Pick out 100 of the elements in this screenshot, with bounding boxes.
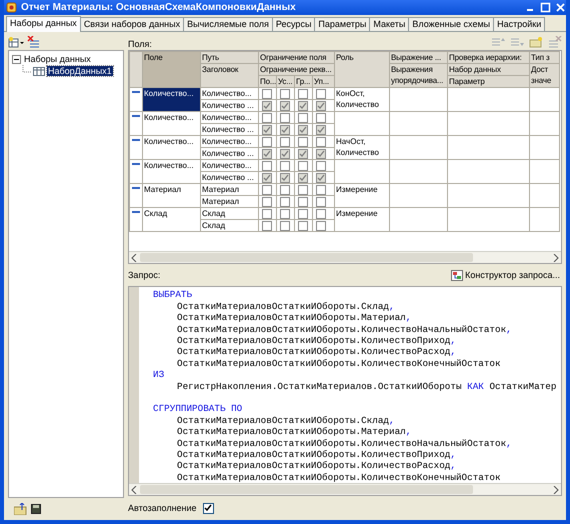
move-up-icon[interactable] — [491, 36, 505, 48]
checkbox[interactable] — [280, 100, 290, 110]
checkbox[interactable] — [298, 124, 308, 134]
checkbox[interactable] — [280, 172, 290, 182]
checkbox[interactable] — [298, 148, 308, 158]
checkbox[interactable] — [316, 136, 326, 146]
column-header[interactable]: Ограничение поля — [258, 51, 334, 64]
new-folder-icon[interactable] — [529, 36, 543, 48]
collapse-icon[interactable] — [12, 54, 21, 64]
code-line: ОстаткиМатериаловОстаткиИОбороты.КоличествоНачальныйОстаток, — [176, 324, 513, 335]
table-cell[interactable]: Количество... — [142, 87, 200, 112]
column-header[interactable]: Роль — [334, 51, 390, 88]
delete-list-icon[interactable] — [27, 36, 40, 48]
checkbox[interactable] — [298, 196, 308, 206]
checkbox[interactable] — [280, 196, 290, 206]
checkbox[interactable] — [280, 220, 290, 230]
checkbox[interactable] — [316, 88, 326, 98]
add-table-icon[interactable] — [8, 36, 24, 48]
checkbox[interactable] — [262, 172, 272, 182]
checkbox[interactable] — [298, 112, 308, 122]
checkbox[interactable] — [298, 184, 308, 194]
checkbox[interactable] — [280, 124, 290, 134]
tab[interactable]: Ресурсы — [272, 17, 316, 31]
checkbox[interactable] — [202, 502, 214, 514]
tree-item[interactable]: Наборы данных — [23, 54, 92, 64]
column-header[interactable]: Проверка иерархии: — [448, 51, 530, 64]
close-icon[interactable] — [555, 2, 566, 13]
save-icon[interactable] — [31, 504, 41, 514]
scroll-right-icon[interactable] — [553, 254, 559, 262]
checkbox[interactable] — [316, 148, 326, 158]
checkbox[interactable] — [298, 100, 308, 110]
checkbox[interactable] — [262, 220, 272, 230]
checkbox[interactable] — [280, 148, 290, 158]
checkbox[interactable] — [262, 88, 272, 98]
checkbox[interactable] — [316, 172, 326, 182]
table-cell[interactable]: Количество... — [142, 111, 200, 136]
checkbox[interactable] — [298, 208, 308, 218]
table-cell[interactable]: Количество... — [142, 159, 200, 184]
column-header[interactable]: Дост значе — [530, 63, 560, 88]
checkbox[interactable] — [298, 172, 308, 182]
table-cell[interactable]: Материал — [142, 183, 200, 208]
checkbox[interactable] — [316, 208, 326, 218]
tab[interactable]: Макеты — [369, 17, 410, 31]
checkbox[interactable] — [280, 160, 290, 170]
tab[interactable]: Связи наборов данных — [80, 17, 184, 31]
column-header[interactable]: Выражение ... — [390, 51, 448, 64]
table-cell: Количество... — [200, 135, 258, 148]
checkbox[interactable] — [262, 136, 272, 146]
column-header[interactable]: Поле — [142, 51, 200, 88]
checkbox[interactable] — [298, 136, 308, 146]
column-header[interactable]: Набор данных — [448, 63, 530, 76]
scroll-left-icon[interactable] — [131, 486, 137, 494]
tab[interactable]: Вычисляемые поля — [183, 17, 273, 31]
checkbox[interactable] — [280, 184, 290, 194]
column-header[interactable]: Ограничение рекв... — [258, 63, 334, 76]
checkbox[interactable] — [316, 196, 326, 206]
checkbox[interactable] — [280, 208, 290, 218]
checkbox[interactable] — [316, 184, 326, 194]
checkbox[interactable] — [262, 112, 272, 122]
checkbox[interactable] — [298, 160, 308, 170]
checkbox[interactable] — [316, 112, 326, 122]
checkbox[interactable] — [280, 112, 290, 122]
checkbox[interactable] — [298, 220, 308, 230]
delete-icon[interactable] — [548, 36, 562, 48]
checkbox[interactable] — [262, 208, 272, 218]
move-down-icon[interactable] — [510, 36, 524, 48]
checkbox[interactable] — [262, 196, 272, 206]
table-cell[interactable]: Количество... — [142, 135, 200, 160]
checkbox[interactable] — [262, 160, 272, 170]
tab[interactable]: Наборы данных — [6, 16, 81, 32]
tab[interactable]: Настройки — [493, 17, 546, 31]
scrollbar[interactable] — [129, 483, 561, 496]
tree-item[interactable]: НаборДанных1 — [47, 66, 113, 76]
code-line: ОстаткиМатериаловОстаткиИОбороты.Склад, — [176, 300, 396, 312]
folder-upload-icon[interactable] — [14, 503, 27, 515]
column-header[interactable]: Параметр — [448, 75, 530, 88]
column-header[interactable]: Выражения упорядочива... — [390, 63, 448, 88]
column-header[interactable]: Тип з — [530, 51, 560, 64]
code-line: РегистрНакопления.ОстаткиМатериалов.ОстаткиИОбороты КАК ОстаткиМатер — [176, 380, 558, 392]
column-header[interactable]: Путь — [200, 51, 258, 64]
checkbox[interactable] — [316, 160, 326, 170]
checkbox[interactable] — [316, 124, 326, 134]
checkbox[interactable] — [280, 136, 290, 146]
checkbox[interactable] — [298, 88, 308, 98]
checkbox[interactable] — [262, 148, 272, 158]
scroll-left-icon[interactable] — [131, 254, 137, 262]
tab[interactable]: Вложенные схемы — [408, 17, 494, 31]
column-header[interactable]: Заголовок — [200, 63, 258, 88]
checkbox[interactable] — [280, 88, 290, 98]
scroll-right-icon[interactable] — [553, 486, 559, 494]
checkbox[interactable] — [262, 100, 272, 110]
scrollbar[interactable] — [129, 251, 561, 264]
tab[interactable]: Параметры — [314, 17, 370, 31]
checkbox[interactable] — [262, 124, 272, 134]
maximize-icon[interactable] — [540, 2, 551, 13]
table-cell[interactable]: Склад — [142, 207, 200, 232]
checkbox[interactable] — [316, 100, 326, 110]
checkbox[interactable] — [316, 220, 326, 230]
checkbox[interactable] — [262, 184, 272, 194]
query-designer-button[interactable]: Конструктор запроса... — [449, 270, 562, 281]
